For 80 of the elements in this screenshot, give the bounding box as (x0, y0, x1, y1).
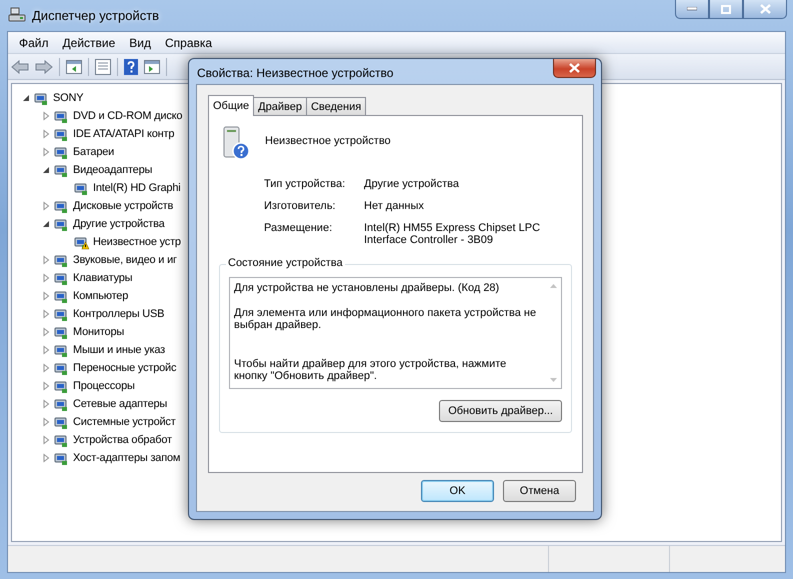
computer-icon (8, 7, 26, 23)
tab[interactable]: Общие (208, 95, 254, 116)
tree-item[interactable]: Переносные устройс (71, 362, 176, 374)
expand-arrow-icon[interactable] (41, 147, 51, 157)
tree-item[interactable]: Мыши и иные указ (71, 344, 165, 356)
tab[interactable]: Сведения (306, 97, 366, 115)
expand-arrow-icon[interactable] (41, 417, 51, 427)
dialog-button[interactable]: Отмена (503, 480, 576, 502)
tree-item[interactable]: DVD и CD-ROM диско (71, 110, 182, 122)
tree-item[interactable]: Процессоры (71, 380, 135, 392)
expand-arrow-icon[interactable] (41, 201, 51, 211)
expand-arrow-icon[interactable] (41, 381, 51, 391)
tree-item[interactable]: Intel(R) HD Graphi (91, 182, 180, 194)
collapse-arrow-icon[interactable] (41, 165, 51, 175)
update-driver-button[interactable]: Обновить драйвер... (439, 400, 562, 422)
scroll-up-icon[interactable] (550, 284, 557, 288)
minimize-icon (687, 7, 697, 11)
close-button[interactable] (743, 0, 787, 19)
tree-item[interactable]: Клавиатуры (71, 272, 132, 284)
expand-arrow-icon[interactable] (41, 255, 51, 265)
collapse-arrow-icon[interactable] (21, 93, 31, 103)
window-title: Диспетчер устройств (32, 8, 160, 22)
menu-item[interactable]: Действие (56, 36, 122, 50)
device-name: Неизвестное устройство (265, 134, 391, 147)
close-icon (569, 63, 580, 73)
window-icon[interactable] (144, 60, 160, 74)
maximize-button[interactable] (709, 0, 743, 19)
property-value: Другие устройства (364, 178, 460, 190)
tree-item[interactable]: Мониторы (71, 326, 124, 338)
tree-item[interactable]: Хост-адаптеры запом (71, 452, 180, 464)
window-icon[interactable] (66, 60, 82, 74)
property-label: Размещение: (264, 222, 334, 236)
expand-arrow-icon[interactable] (41, 453, 51, 463)
expand-arrow-icon[interactable] (41, 363, 51, 373)
property-label: Изготовитель: (264, 200, 336, 212)
expand-arrow-icon[interactable] (41, 111, 51, 121)
expand-arrow-icon[interactable] (41, 291, 51, 301)
tree-item[interactable]: Батареи (71, 146, 114, 158)
tree-item[interactable]: IDE ATA/ATAPI контр (71, 128, 174, 140)
tree-item[interactable]: Контроллеры USB (71, 308, 164, 320)
close-icon (760, 4, 770, 14)
tree-item[interactable]: Видеоадаптеры (71, 164, 152, 176)
tree-item[interactable]: Сетевые адаптеры (71, 398, 168, 410)
group-title: Состояние устройства (226, 257, 345, 269)
expand-arrow-icon[interactable] (41, 435, 51, 445)
status-message: Для элемента или информационного пакета устройства не выбран драйвер. (234, 307, 538, 331)
menu-item[interactable]: Справка (158, 36, 220, 50)
tree-item[interactable]: Неизвестное устр (91, 236, 181, 248)
status-message: Для устройства не установлены драйверы. (Код 28) (234, 282, 500, 294)
close-button[interactable] (553, 59, 596, 78)
tree-item[interactable]: SONY (51, 92, 84, 104)
help-icon[interactable] (124, 58, 138, 74)
property-value: Intel(R) HM55 Express Chipset LPC Interface Controller - 3B09 (364, 222, 542, 246)
expand-arrow-icon[interactable] (41, 309, 51, 319)
tree-item[interactable]: Компьютер (71, 290, 128, 302)
property-value: Нет данных (364, 200, 425, 212)
expand-arrow-icon[interactable] (41, 327, 51, 337)
back-arrow-icon[interactable] (11, 60, 29, 74)
expand-arrow-icon[interactable] (41, 399, 51, 409)
property-label: Тип устройства: (264, 178, 346, 190)
collapse-arrow-icon[interactable] (41, 219, 51, 229)
expand-arrow-icon[interactable] (41, 273, 51, 283)
dialog-title: Свойства: Неизвестное устройство (196, 65, 394, 80)
list-icon[interactable] (95, 58, 111, 74)
dialog-button[interactable]: OK (421, 480, 494, 502)
tab[interactable]: Драйвер (253, 97, 307, 115)
maximize-icon (721, 4, 731, 14)
tree-item[interactable]: Устройства обработ (71, 434, 172, 446)
status-message: Чтобы найти драйвер для этого устройства, нажмите кнопку "Обновить драйвер". (234, 358, 508, 382)
tree-item[interactable]: Дисковые устройств (71, 200, 174, 212)
minimize-button[interactable] (675, 0, 709, 19)
scroll-down-icon[interactable] (550, 378, 557, 382)
menu-item[interactable]: Вид (122, 36, 158, 50)
expand-arrow-icon[interactable] (41, 129, 51, 139)
tree-item[interactable]: Системные устройст (71, 416, 176, 428)
forward-arrow-icon[interactable] (35, 60, 53, 74)
menu-item[interactable]: Файл (12, 36, 56, 50)
expand-arrow-icon[interactable] (41, 345, 51, 355)
tree-item[interactable]: Звуковые, видео и иг (71, 254, 177, 266)
tree-item[interactable]: Другие устройства (71, 218, 165, 230)
